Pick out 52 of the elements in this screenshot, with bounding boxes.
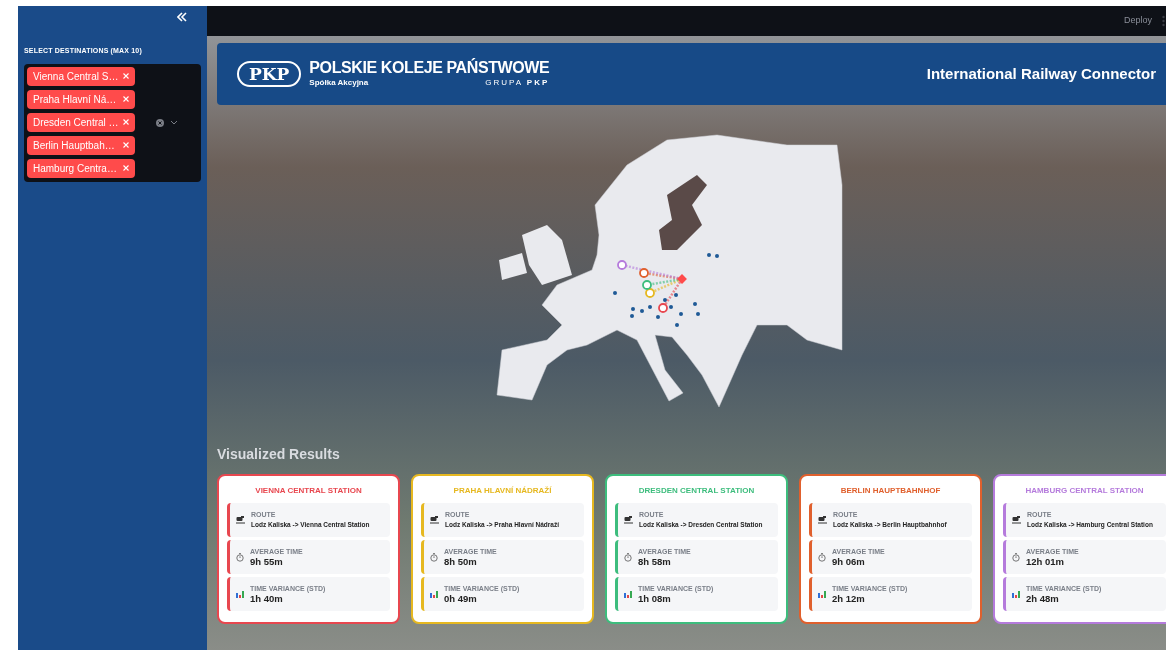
deploy-button[interactable]: Deploy xyxy=(1124,14,1152,28)
bar-chart-icon xyxy=(624,590,632,598)
destination-tag[interactable]: Vienna Central S… xyxy=(27,66,135,86)
card-title: VIENNA CENTRAL STATION xyxy=(254,486,363,496)
train-icon xyxy=(818,516,827,524)
remove-icon[interactable] xyxy=(123,119,129,125)
group-label: GRUPA PKP xyxy=(485,77,550,89)
card-title: DRESDEN CENTRAL STATION xyxy=(637,486,756,496)
remove-icon[interactable] xyxy=(123,96,129,102)
more-options-icon[interactable] xyxy=(1162,15,1165,27)
company-subtitle: Spółka Akcyjna xyxy=(309,77,369,89)
card-title: HAMBURG CENTRAL STATION xyxy=(1024,486,1145,496)
train-icon xyxy=(236,516,245,524)
metric-value: 1h 40m xyxy=(250,592,284,605)
company-name: POLSKIE KOLEJE PAŃSTWOWE xyxy=(309,59,550,77)
train-icon xyxy=(1012,516,1021,524)
remove-icon[interactable] xyxy=(123,142,129,148)
remove-icon[interactable] xyxy=(123,165,129,171)
bar-chart-icon xyxy=(430,590,438,598)
metric-value: 2h 48m xyxy=(1026,592,1060,605)
card-title: BERLIN HAUPTBAHNHOF xyxy=(839,486,942,496)
stopwatch-icon xyxy=(236,552,244,562)
train-icon xyxy=(624,516,633,524)
stopwatch-icon xyxy=(1012,552,1020,562)
remove-icon[interactable] xyxy=(123,73,129,79)
destination-tag[interactable]: Praha Hlavní Ná… xyxy=(27,89,135,109)
app-title: International Railway Connector xyxy=(926,63,1156,84)
section-heading: Visualized Results xyxy=(216,445,341,463)
stopwatch-icon xyxy=(624,552,632,562)
logo: PKP xyxy=(237,61,302,87)
chevron-down-icon[interactable] xyxy=(169,120,178,125)
collapse-sidebar-icon[interactable] xyxy=(177,12,187,22)
metric-value: 8h 50m xyxy=(444,555,478,568)
bar-chart-icon xyxy=(236,590,244,598)
destination-tag[interactable]: Dresden Central … xyxy=(27,112,135,132)
metric-value: 2h 12m xyxy=(832,592,866,605)
card-title: PRAHA HLAVNÍ NÁDRAŽÍ xyxy=(452,486,553,496)
bar-chart-icon xyxy=(818,590,826,598)
train-icon xyxy=(430,516,439,524)
bar-chart-icon xyxy=(1012,590,1020,598)
metric-value: 9h 06m xyxy=(832,555,866,568)
destination-tag[interactable]: Hamburg Centra… xyxy=(27,158,135,178)
destination-tag[interactable]: Berlin Hauptbah… xyxy=(27,135,135,155)
clear-icon[interactable] xyxy=(155,118,164,127)
destinations-multiselect[interactable]: Vienna Central S… Praha Hlavní Ná… Dresden Central … Berlin Hauptbah… Hamburg Centra… xyxy=(24,63,201,182)
metric-value: 0h 49m xyxy=(444,592,478,605)
metric-value: 8h 58m xyxy=(638,555,672,568)
metric-value: 1h 08m xyxy=(638,592,672,605)
stopwatch-icon xyxy=(430,552,438,562)
metric-value: 12h 01m xyxy=(1026,555,1066,568)
stopwatch-icon xyxy=(818,552,826,562)
metric-value: 9h 55m xyxy=(250,555,284,568)
